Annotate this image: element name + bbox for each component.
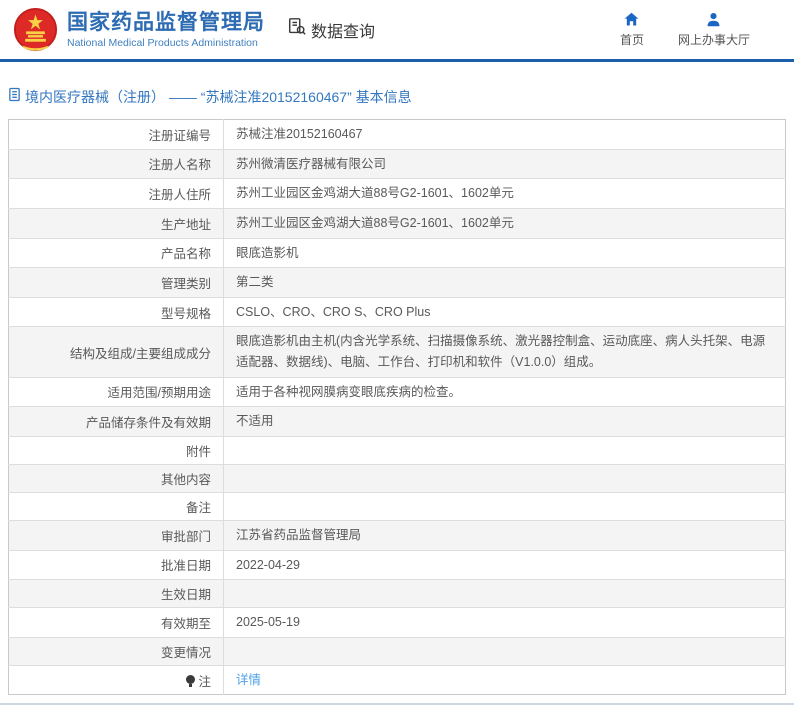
table-row: 注详情	[8, 665, 786, 695]
row-label: 结构及组成/主要组成成分	[8, 326, 224, 378]
data-query-label: 数据查询	[311, 23, 376, 41]
row-label: 注册人住所	[8, 178, 224, 209]
row-value	[224, 436, 786, 464]
registration-info-table-wrap: 注册证编号 苏械注准20152160467 注册人名称 苏州微清医疗器械有限公司 注册人…	[8, 119, 786, 696]
details-link[interactable]: 详情	[236, 673, 261, 687]
breadcrumb-text: 境内医疗器械（注册） —— “苏械注准20152160467” 基本信息	[25, 89, 412, 105]
row-value	[224, 637, 786, 665]
national-emblem-icon	[13, 7, 58, 52]
row-label: 批准日期	[8, 550, 224, 580]
row-value: 不适用	[236, 414, 274, 429]
row-value	[224, 580, 786, 608]
row-value: 苏州微清医疗器械有限公司	[236, 156, 387, 171]
row-value: 眼底造影机	[236, 245, 299, 260]
table-row: 生效日期	[8, 579, 786, 608]
nav-online-hall-label: 网上办事大厅	[677, 33, 750, 47]
row-value: 第二类	[236, 275, 274, 290]
row-label: 备注	[8, 492, 224, 521]
row-label: 产品名称	[8, 238, 224, 268]
row-value	[224, 464, 786, 492]
row-value: 适用于各种视网膜病变眼底疾病的检查。	[236, 384, 462, 399]
info-table-body: 注册证编号 苏械注准20152160467 注册人名称 苏州微清医疗器械有限公司 注册人…	[8, 119, 786, 695]
row-value: 2025-05-19	[236, 615, 300, 630]
row-label: 型号规格	[8, 297, 224, 327]
row-label: 管理类别	[8, 267, 224, 298]
table-row: 型号规格 CSLO、CRO、CRO S、CRO Plus	[8, 297, 786, 327]
data-query-section[interactable]: 数据查询	[287, 17, 375, 42]
person-icon	[705, 11, 722, 28]
table-row: 注册人名称 苏州微清医疗器械有限公司	[8, 149, 786, 179]
table-row: 附件	[8, 436, 786, 465]
row-label: 其他内容	[8, 464, 224, 493]
agency-title-block: 国家药品监督管理局 National Medical Products Admi…	[67, 10, 265, 49]
table-row: 批准日期 2022-04-29	[8, 550, 786, 580]
agency-title-en: National Medical Products Administration	[67, 37, 258, 50]
nav-home[interactable]: 首页	[620, 11, 644, 48]
row-label: 变更情况	[8, 637, 224, 666]
row-value: 眼底造影机由主机(内含光学系统、扫描摄像系统、激光器控制盒、运动底座、病人头托架…	[236, 334, 766, 369]
nav-online-hall[interactable]: 网上办事大厅	[678, 11, 750, 48]
row-value: 江苏省药品监督管理局	[236, 527, 362, 542]
row-label: 有效期至	[8, 607, 224, 638]
registration-info-table: 注册证编号 苏械注准20152160467 注册人名称 苏州微清医疗器械有限公司 注册人…	[8, 119, 786, 696]
table-row: 管理类别 第二类	[8, 267, 786, 298]
row-label: 注册证编号	[8, 119, 224, 150]
row-label: 附件	[8, 436, 224, 465]
breadcrumb: 境内医疗器械（注册） —— “苏械注准20152160467” 基本信息	[0, 62, 794, 119]
table-row: 产品名称 眼底造影机	[8, 238, 786, 268]
table-row: 结构及组成/主要组成成分 眼底造影机由主机(内含光学系统、扫描摄像系统、激光器控制…	[8, 326, 786, 378]
table-row: 其他内容	[8, 464, 786, 493]
row-label: 产品储存条件及有效期	[8, 406, 224, 437]
document-icon	[8, 87, 21, 107]
nav-home-label: 首页	[619, 33, 644, 47]
row-value	[224, 492, 786, 520]
row-value: CSLO、CRO、CRO S、CRO Plus	[236, 304, 431, 319]
row-value: 苏州工业园区金鸡湖大道88号G2-1601、1602单元	[236, 215, 514, 230]
home-icon	[623, 11, 640, 28]
table-row: 审批部门 江苏省药品监督管理局	[8, 520, 786, 550]
table-row: 备注	[8, 492, 786, 521]
header-nav: 首页 网上办事大厅	[620, 11, 750, 48]
row-label: 适用范围/预期用途	[8, 377, 224, 407]
table-row: 有效期至 2025-05-19	[8, 607, 786, 638]
row-value: 详情	[224, 665, 786, 695]
table-row: 注册证编号 苏械注准20152160467	[8, 119, 786, 150]
table-row: 生产地址 苏州工业园区金鸡湖大道88号G2-1601、1602单元	[8, 208, 786, 238]
table-row: 注册人住所 苏州工业园区金鸡湖大道88号G2-1601、1602单元	[8, 178, 786, 209]
row-value: 苏械注准20152160467	[236, 127, 363, 141]
table-row: 变更情况	[8, 637, 786, 666]
table-row: 适用范围/预期用途 适用于各种视网膜病变眼底疾病的检查。	[8, 377, 786, 407]
data-query-icon	[287, 17, 307, 42]
bulb-icon	[186, 674, 196, 687]
row-label: 注册人名称	[8, 149, 224, 179]
row-value: 2022-04-29	[236, 557, 300, 572]
agency-title-cn: 国家药品监督管理局	[67, 10, 265, 34]
row-value: 苏州工业园区金鸡湖大道88号G2-1601、1602单元	[236, 186, 514, 201]
row-label: 生产地址	[8, 208, 224, 238]
row-label: 生效日期	[8, 579, 224, 608]
row-label: 审批部门	[8, 520, 224, 550]
site-header: 国家药品监督管理局 National Medical Products Admi…	[0, 0, 794, 62]
table-row: 产品储存条件及有效期 不适用	[8, 406, 786, 437]
row-label: 注	[8, 665, 224, 695]
